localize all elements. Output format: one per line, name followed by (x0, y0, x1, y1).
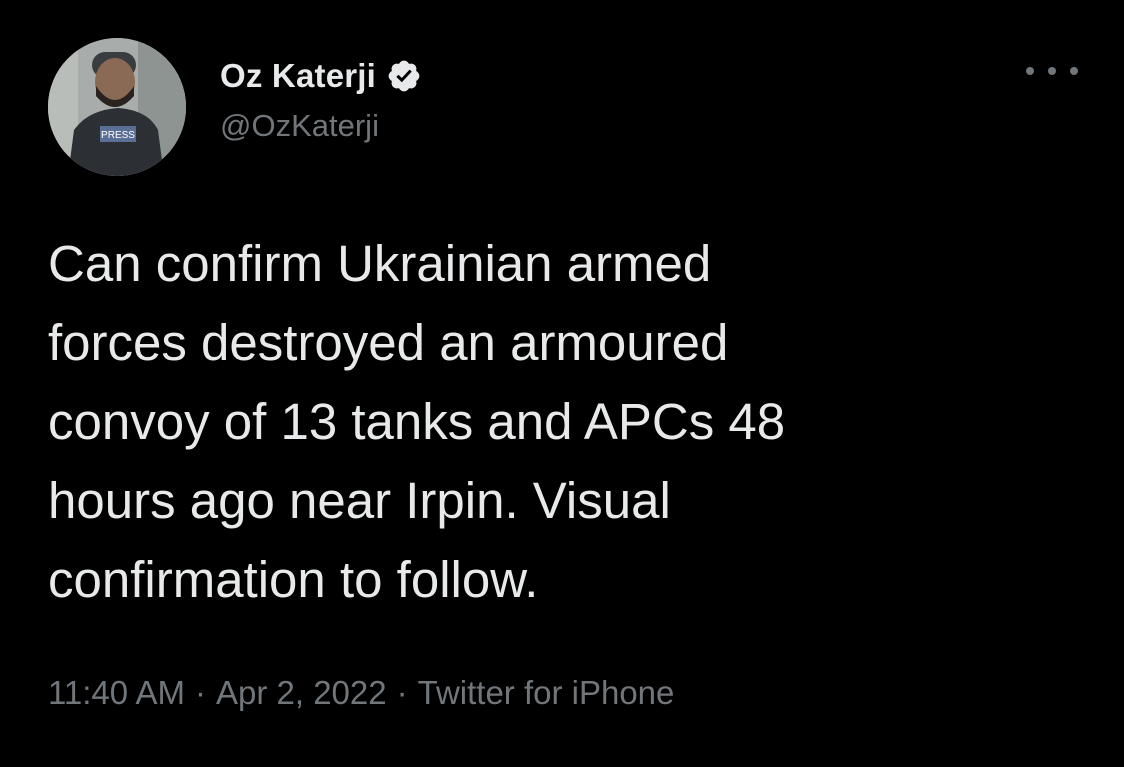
tweet-source[interactable]: Twitter for iPhone (418, 674, 675, 712)
avatar-photo: PRESS (48, 38, 186, 176)
tweet-meta: 11:40 AM · Apr 2, 2022 · Twitter for iPh… (48, 674, 674, 712)
meta-separator: · (194, 674, 206, 711)
more-options-button[interactable] (1026, 56, 1078, 86)
avatar[interactable]: PRESS (48, 38, 186, 176)
display-name[interactable]: Oz Katerji (220, 57, 376, 95)
tweet-time[interactable]: 11:40 AM (48, 674, 185, 712)
name-row: Oz Katerji (220, 54, 422, 98)
author-block: Oz Katerji @OzKaterji (220, 54, 422, 144)
tweet-text: Can confirm Ukrainian armed forces destr… (48, 235, 786, 608)
meta-separator: · (396, 674, 408, 711)
tweet-card: PRESS Oz Katerji @OzKaterji Can confirm … (0, 0, 1124, 767)
more-dot (1048, 67, 1056, 75)
more-horizontal-icon (1026, 67, 1034, 75)
svg-text:PRESS: PRESS (101, 130, 135, 141)
handle[interactable]: @OzKaterji (220, 108, 422, 144)
tweet-date[interactable]: Apr 2, 2022 (216, 674, 387, 712)
more-dot (1070, 67, 1078, 75)
verified-badge-icon (386, 58, 422, 94)
